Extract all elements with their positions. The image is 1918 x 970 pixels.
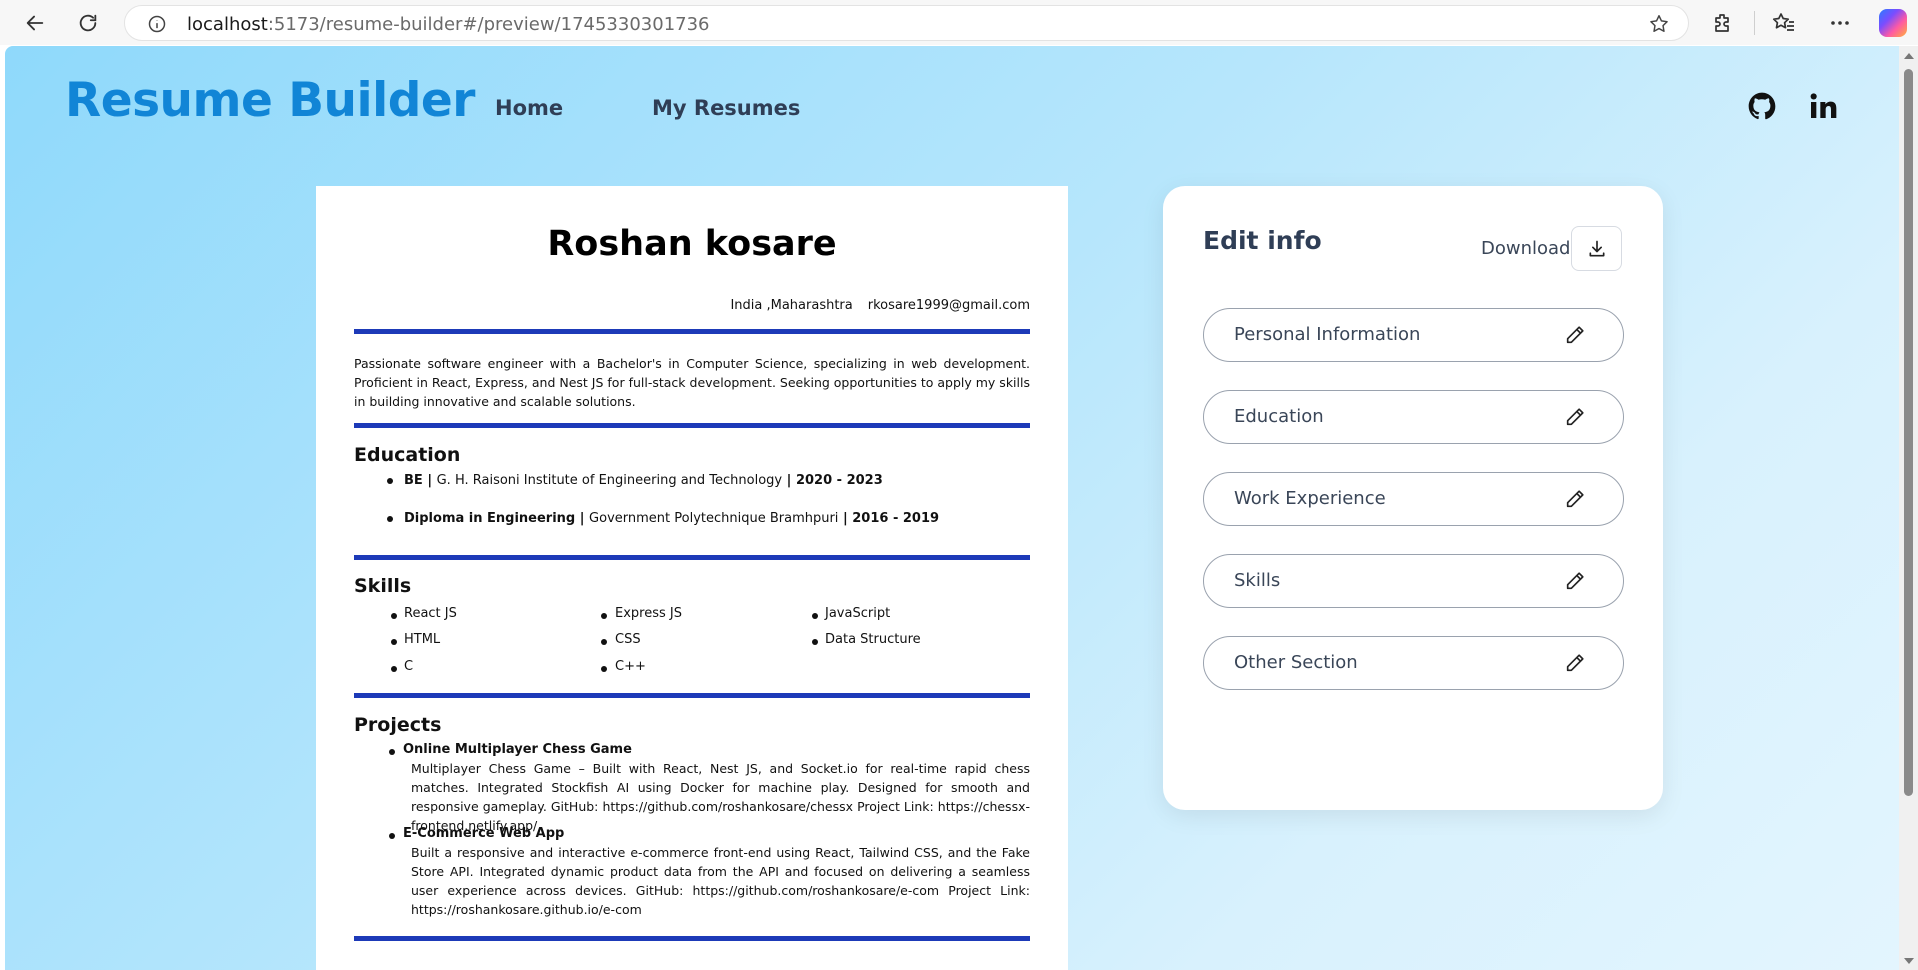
section-label: Work Experience	[1234, 488, 1386, 509]
section-divider	[354, 423, 1030, 428]
download-icon	[1589, 240, 1604, 256]
copilot-icon[interactable]	[1879, 9, 1907, 37]
favorite-star-icon[interactable]	[1648, 13, 1670, 35]
github-icon[interactable]	[1746, 90, 1778, 122]
download-button[interactable]	[1571, 226, 1622, 271]
resume-contact: India ,Maharashtra rkosare1999@gmail.com	[730, 298, 1030, 313]
pencil-icon	[1566, 654, 1584, 672]
resume-summary: Passionate software engineer with a Bach…	[354, 356, 1030, 409]
section-personal-information-button[interactable]: Personal Information	[1203, 308, 1624, 362]
education-heading: Education	[354, 444, 461, 466]
project-description: Multiplayer Chess Game – Built with Reac…	[411, 761, 1030, 833]
panel-title: Edit info	[1203, 226, 1322, 255]
project-title: E-Commerce Web App	[403, 826, 565, 841]
skill-item: React JS	[404, 606, 457, 621]
download-label: Download	[1481, 238, 1571, 259]
skill-item: Data Structure	[825, 632, 921, 647]
section-divider	[354, 329, 1030, 334]
back-arrow-icon	[26, 15, 44, 31]
address-bar[interactable]: localhost:5173/resume-builder#/preview/1…	[124, 5, 1689, 41]
skills-heading: Skills	[354, 575, 412, 597]
skill-item: C	[404, 659, 414, 674]
resume-location: India ,Maharashtra	[730, 298, 853, 313]
site-info-icon[interactable]	[147, 14, 167, 34]
scroll-down-arrow-icon[interactable]	[1904, 958, 1914, 964]
back-button[interactable]	[18, 6, 52, 40]
edit-info-panel: Edit info Download Personal Information …	[1163, 186, 1663, 810]
pencil-icon	[1566, 490, 1584, 508]
toolbar-divider	[1754, 11, 1755, 35]
skill-item: Express JS	[615, 606, 682, 621]
url-text: localhost:5173/resume-builder#/preview/1…	[187, 14, 710, 35]
resume-name: Roshan kosare	[547, 224, 837, 264]
skill-item: C++	[615, 659, 646, 674]
section-skills-button[interactable]: Skills	[1203, 554, 1624, 608]
section-other-section-button[interactable]: Other Section	[1203, 636, 1624, 690]
resume-preview-sheet: Roshan kosare India ,Maharashtra rkosare1…	[316, 186, 1068, 970]
section-divider	[354, 936, 1030, 941]
reload-button[interactable]	[71, 6, 105, 40]
brand-logo-text[interactable]: Resume Builder	[65, 73, 475, 128]
scrollbar-thumb[interactable]	[1904, 69, 1913, 796]
bullet	[387, 478, 393, 484]
section-label: Education	[1234, 406, 1324, 427]
education-item: Diploma in Engineering | Government Poly…	[404, 511, 940, 526]
extensions-icon[interactable]	[1711, 11, 1735, 35]
nav-home-link[interactable]: Home	[495, 96, 563, 120]
skill-item: CSS	[615, 632, 641, 647]
browser-toolbar: localhost:5173/resume-builder#/preview/1…	[0, 0, 1918, 45]
favorites-icon[interactable]	[1772, 11, 1796, 35]
more-options-icon[interactable]	[1828, 11, 1852, 35]
nav-my-resumes-link[interactable]: My Resumes	[652, 96, 800, 120]
skill-item: HTML	[404, 632, 441, 647]
pencil-icon	[1566, 572, 1584, 590]
section-education-button[interactable]: Education	[1203, 390, 1624, 444]
project-description: Built a responsive and interactive e-com…	[411, 845, 1030, 917]
page-scrollbar[interactable]	[1899, 46, 1918, 970]
section-divider	[354, 555, 1030, 560]
pencil-icon	[1566, 326, 1584, 344]
page-viewport: Resume Builder Home My Resumes Roshan ko…	[5, 46, 1899, 970]
section-label: Personal Information	[1234, 324, 1421, 345]
education-item: BE | G. H. Raisoni Institute of Engineer…	[404, 473, 883, 488]
section-label: Skills	[1234, 570, 1281, 591]
reload-icon	[79, 14, 97, 32]
section-work-experience-button[interactable]: Work Experience	[1203, 472, 1624, 526]
scroll-up-arrow-icon[interactable]	[1904, 53, 1914, 59]
pencil-icon	[1566, 408, 1584, 426]
skill-item: JavaScript	[825, 606, 891, 621]
section-divider	[354, 693, 1030, 698]
projects-heading: Projects	[354, 714, 442, 736]
bullet	[387, 516, 393, 522]
linkedin-icon[interactable]	[1807, 90, 1839, 122]
resume-email: rkosare1999@gmail.com	[867, 298, 1030, 313]
project-title: Online Multiplayer Chess Game	[403, 742, 632, 757]
section-label: Other Section	[1234, 652, 1358, 673]
